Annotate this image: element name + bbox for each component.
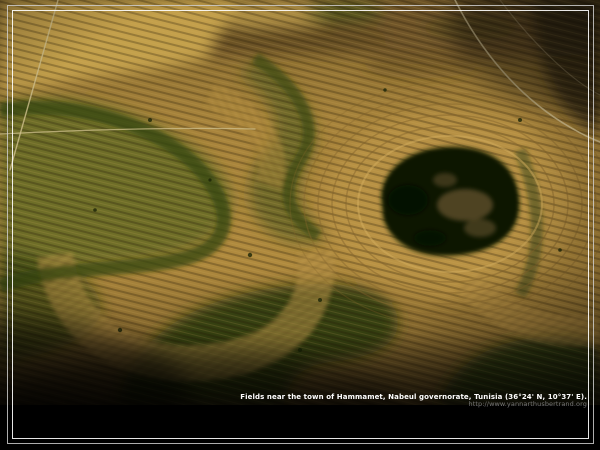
wallpaper-canvas: Fields near the town of Hammamet, Nabeul…: [0, 0, 600, 450]
vignette: [0, 0, 600, 405]
aerial-photo: [0, 0, 600, 405]
